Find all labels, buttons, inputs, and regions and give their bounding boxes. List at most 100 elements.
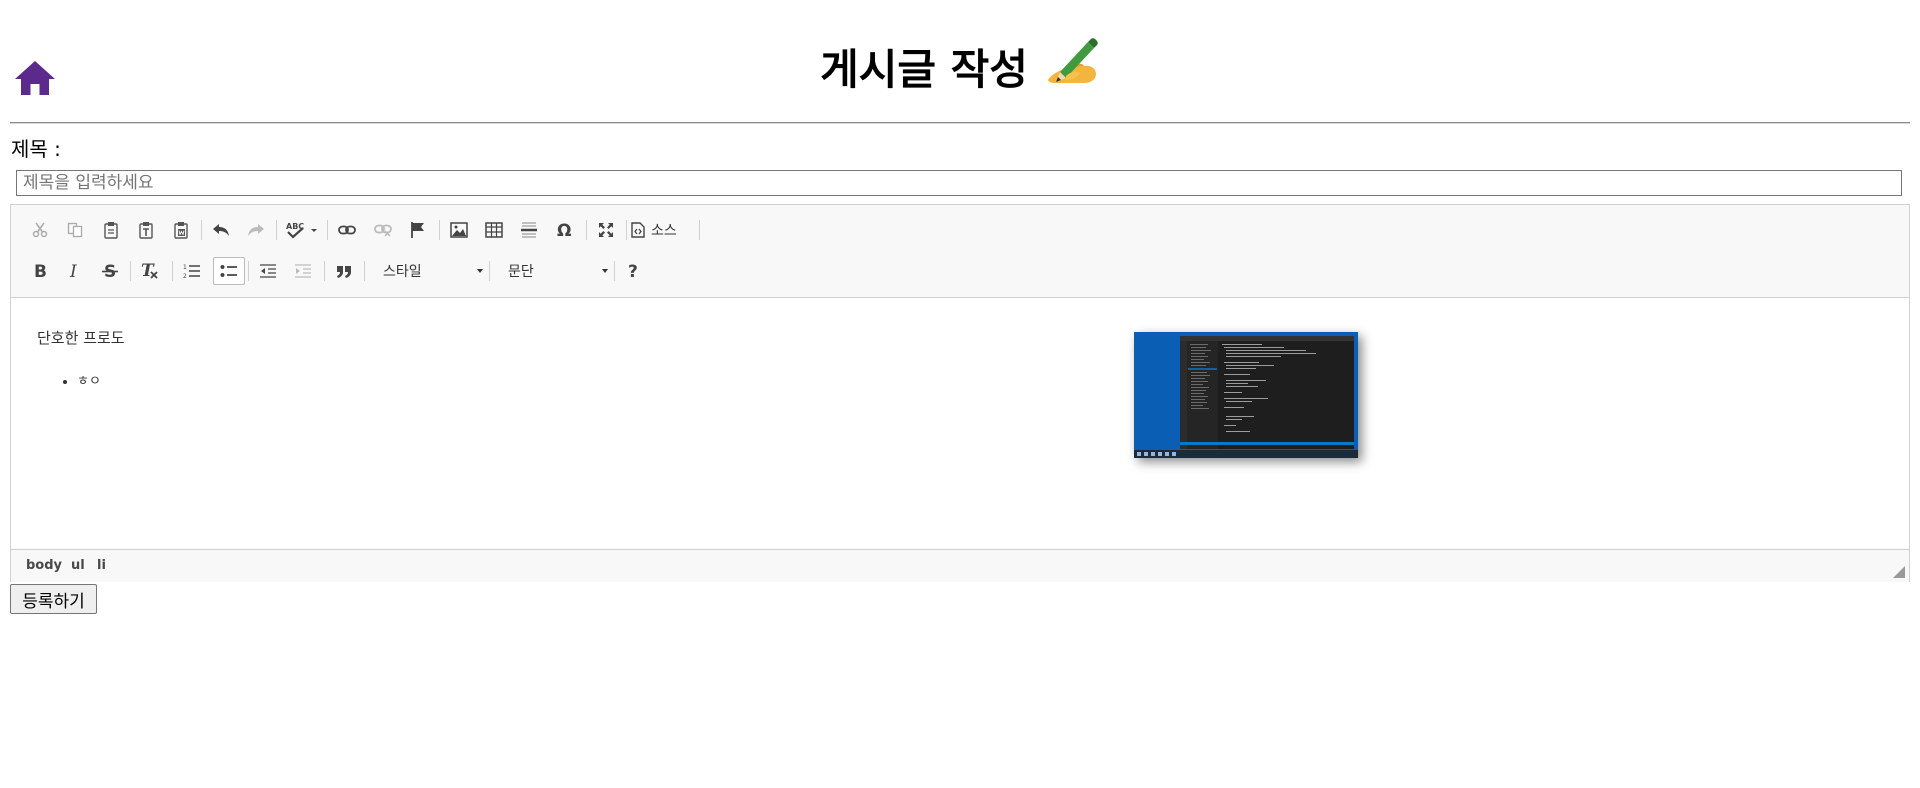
numbered-list-icon: 12 xyxy=(183,264,200,279)
table-icon xyxy=(485,222,503,238)
format-combo[interactable]: 문단 xyxy=(492,257,614,285)
submit-button[interactable]: 등록하기 xyxy=(10,584,97,614)
outdent-button[interactable] xyxy=(254,257,282,285)
numbered-list-button[interactable]: 12 xyxy=(178,257,206,285)
svg-text:I: I xyxy=(69,263,77,279)
paste-button[interactable] xyxy=(97,216,125,244)
editor-statusbar: body ul li xyxy=(11,549,1909,582)
paste-from-word-button[interactable] xyxy=(167,216,195,244)
spellcheck-button[interactable]: ABC xyxy=(283,216,323,244)
source-icon xyxy=(631,222,645,238)
bold-button[interactable]: B xyxy=(26,257,54,285)
toolbar-separator xyxy=(699,220,700,240)
subject-input[interactable] xyxy=(16,170,1902,196)
source-label: 소스 xyxy=(651,223,677,239)
spellcheck-icon: ABC xyxy=(286,222,317,239)
table-button[interactable] xyxy=(480,216,508,244)
unlink-button[interactable] xyxy=(369,216,397,244)
remove-format-icon: T xyxy=(141,262,158,280)
writing-hand-icon xyxy=(1047,38,1098,83)
toolbar-separator xyxy=(172,261,173,281)
toolbar-separator xyxy=(626,220,627,240)
undo-button[interactable] xyxy=(207,216,235,244)
maximize-icon xyxy=(599,223,613,237)
cut-button[interactable] xyxy=(26,216,54,244)
copy-button[interactable] xyxy=(61,216,89,244)
special-char-icon: Ω xyxy=(557,221,571,239)
indent-icon xyxy=(295,264,311,278)
chevron-down-icon xyxy=(477,269,483,273)
page-title: 게시글 작성 xyxy=(0,36,1920,101)
strike-button[interactable]: S xyxy=(96,257,124,285)
link-button[interactable] xyxy=(333,216,361,244)
italic-button[interactable]: I xyxy=(61,257,89,285)
toolbar-separator xyxy=(364,261,365,281)
toolbar-separator xyxy=(248,261,249,281)
content-bullet-list: ㅎㅇ xyxy=(37,372,101,392)
bulleted-list-icon xyxy=(220,265,237,277)
element-path-li[interactable]: li xyxy=(97,558,106,573)
copy-icon xyxy=(67,222,83,238)
unlink-icon xyxy=(374,224,392,237)
toolbar-separator xyxy=(327,220,328,240)
toolbar-separator xyxy=(489,261,490,281)
svg-text:?: ? xyxy=(628,262,638,280)
redo-button[interactable] xyxy=(242,216,270,244)
toolbar-separator xyxy=(276,220,277,240)
style-combo[interactable]: 스타일 xyxy=(367,257,489,285)
horizontal-line-button[interactable] xyxy=(515,216,543,244)
blockquote-icon xyxy=(337,266,351,278)
help-button[interactable]: ? xyxy=(620,257,648,285)
toolbar-separator xyxy=(439,220,440,240)
image-button[interactable] xyxy=(445,216,473,244)
element-path-ul[interactable]: ul xyxy=(71,558,85,573)
special-char-button[interactable]: Ω xyxy=(551,216,579,244)
cut-icon xyxy=(32,222,48,238)
resize-handle-icon[interactable] xyxy=(1893,566,1905,578)
paste-icon xyxy=(104,222,118,239)
paste-text-icon xyxy=(139,222,153,239)
embedded-screenshot-image[interactable] xyxy=(1134,332,1358,458)
remove-format-button[interactable]: T xyxy=(136,257,164,285)
element-path-body[interactable]: body xyxy=(26,558,62,573)
svg-text:1: 1 xyxy=(183,264,187,271)
toolbar-separator xyxy=(586,220,587,240)
outdent-icon xyxy=(260,264,276,278)
paste-text-button[interactable] xyxy=(132,216,160,244)
horizontal-line-icon xyxy=(521,222,537,238)
anchor-icon xyxy=(411,222,424,238)
redo-icon xyxy=(248,224,264,236)
page-header: 게시글 작성 xyxy=(0,0,1920,124)
content-paragraph: 단호한 프로도 xyxy=(37,329,125,347)
toolbar-separator xyxy=(130,261,131,281)
strike-icon: S xyxy=(102,263,118,279)
image-icon xyxy=(450,222,468,238)
toolbar-separator xyxy=(614,261,615,281)
format-combo-label: 문단 xyxy=(508,264,534,280)
anchor-button[interactable] xyxy=(404,216,432,244)
list-item: ㅎㅇ xyxy=(77,372,101,392)
italic-icon: I xyxy=(69,263,77,279)
svg-text:2: 2 xyxy=(183,273,187,279)
page-title-text: 게시글 작성 xyxy=(820,45,1028,94)
header-divider xyxy=(10,122,1910,124)
rich-text-editor: ABC Ω 소스 B I S T 1 2 스타일 문단 ? 단호한 프로도 • … xyxy=(10,204,1910,582)
toolbar-separator xyxy=(201,220,202,240)
indent-button[interactable] xyxy=(289,257,317,285)
chevron-down-icon xyxy=(602,269,608,273)
link-icon xyxy=(338,225,356,235)
undo-icon xyxy=(213,224,229,236)
svg-text:Ω: Ω xyxy=(557,221,571,239)
source-button[interactable]: 소스 xyxy=(631,216,677,244)
blockquote-button[interactable] xyxy=(330,257,358,285)
help-icon: ? xyxy=(628,262,638,280)
style-combo-label: 스타일 xyxy=(383,264,422,280)
svg-text:B: B xyxy=(34,263,47,279)
editor-toolbar: ABC Ω 소스 B I S T 1 2 스타일 문단 ? xyxy=(11,205,1909,298)
bulleted-list-button[interactable] xyxy=(213,257,245,285)
editor-content[interactable]: 단호한 프로도 ㅎㅇ xyxy=(11,298,1909,548)
bold-icon: B xyxy=(34,263,47,279)
maximize-button[interactable] xyxy=(592,216,620,244)
subject-label: 제목 : xyxy=(11,137,61,161)
toolbar-separator xyxy=(324,261,325,281)
